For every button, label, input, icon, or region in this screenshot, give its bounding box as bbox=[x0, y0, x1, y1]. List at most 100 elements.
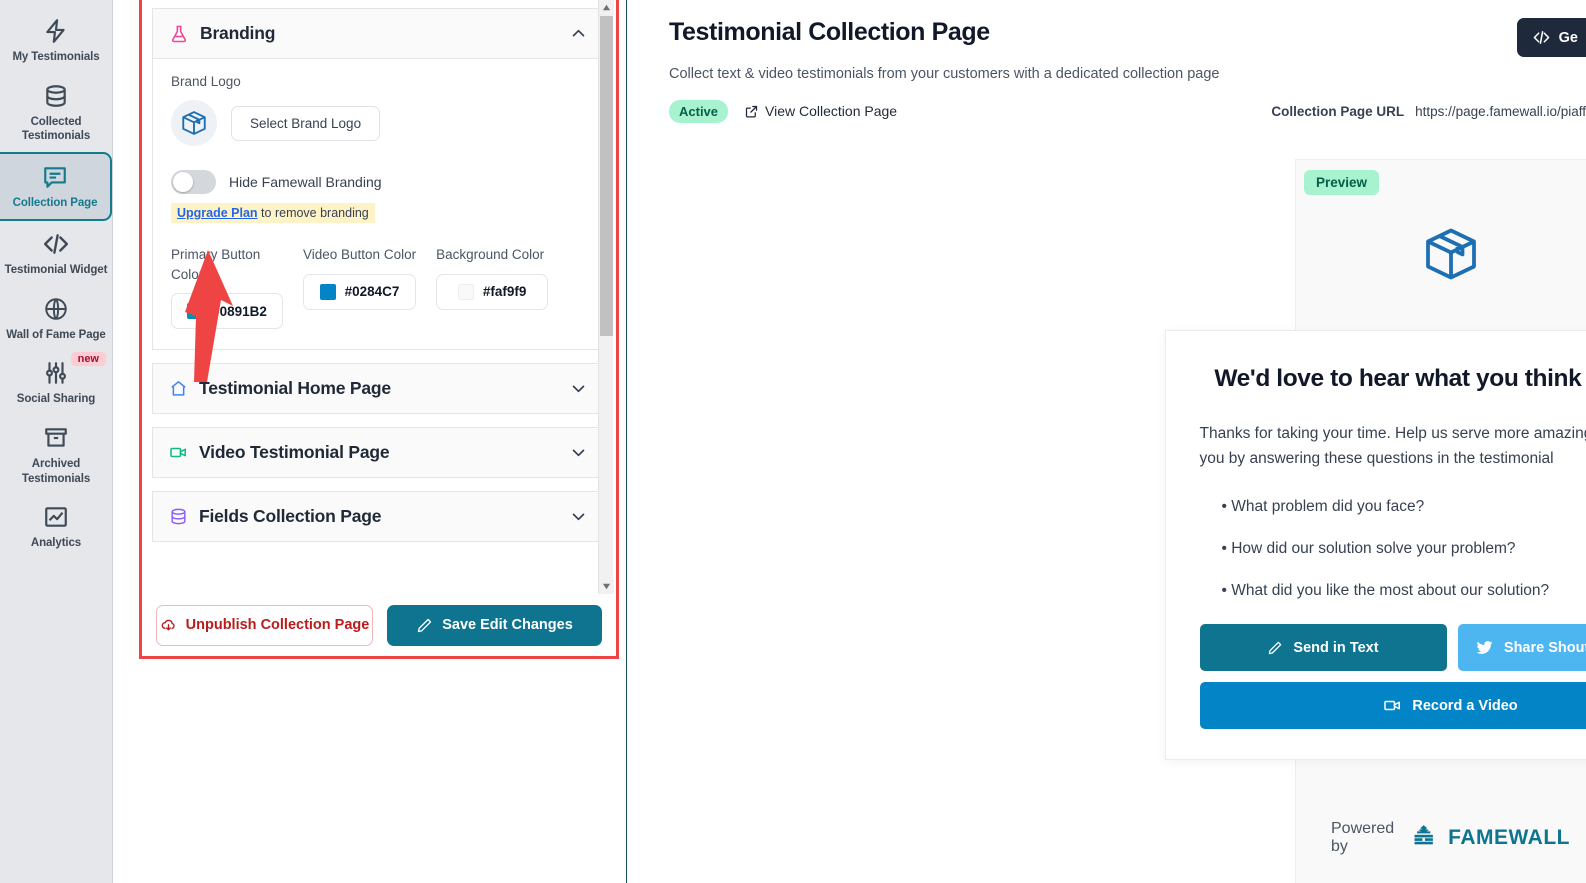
upgrade-plan-note: Upgrade Plan to remove branding bbox=[171, 203, 375, 223]
sidebar-item-label: Social Sharing bbox=[16, 393, 96, 406]
get-code-button[interactable]: Ge bbox=[1516, 18, 1586, 57]
scroll-up-arrow-icon[interactable] bbox=[599, 0, 614, 15]
globe-icon bbox=[43, 296, 69, 322]
color-field-label: Background Color bbox=[436, 247, 545, 262]
external-link-icon bbox=[744, 104, 759, 119]
hide-famewall-branding-toggle[interactable] bbox=[171, 170, 216, 194]
sidebar-item-wall-of-fame-page[interactable]: Wall of Fame Page bbox=[0, 286, 112, 351]
page-title: Testimonial Collection Page bbox=[669, 18, 990, 46]
video-camera-icon bbox=[169, 443, 188, 462]
new-badge: new bbox=[70, 352, 106, 367]
accordion-fields-collection-page: Fields Collection Page bbox=[152, 491, 604, 543]
message-square-icon bbox=[42, 164, 68, 190]
cloud-download-icon bbox=[160, 617, 177, 634]
accordion-title: Branding bbox=[200, 23, 276, 43]
color-swatch bbox=[319, 283, 336, 300]
color-value: #0891B2 bbox=[212, 303, 267, 319]
page-subtitle: Collect text & video testimonials from y… bbox=[669, 66, 1220, 82]
sidebar-item-collected-testimonials[interactable]: Collected Testimonials bbox=[0, 73, 112, 152]
editor-scroll-area[interactable]: Branding Brand Logo Select Brand Logo Hi… bbox=[142, 0, 616, 594]
sidebar-item-label: My Testimonials bbox=[12, 51, 100, 63]
view-collection-page-link[interactable]: View Collection Page bbox=[744, 103, 897, 119]
record-video-label: Record a Video bbox=[1412, 697, 1518, 714]
color-value: #faf9f9 bbox=[482, 284, 527, 300]
share-twitter-label: Share Shoutout on Twitter bbox=[1503, 639, 1586, 656]
sidebar-item-label: Collected Testimonials bbox=[21, 115, 91, 143]
chevron-down-icon[interactable] bbox=[570, 508, 587, 525]
sidebar: My Testimonials Collected Testimonials C… bbox=[0, 0, 113, 883]
url-label: Collection Page URL bbox=[1271, 104, 1405, 119]
video-button-color-input[interactable]: #0284C7 bbox=[303, 273, 417, 310]
color-value: #0284C7 bbox=[344, 284, 400, 300]
upgrade-plan-link[interactable]: Upgrade Plan bbox=[177, 206, 258, 220]
panel-scrollbar[interactable] bbox=[598, 0, 614, 594]
famewall-logo-icon bbox=[1412, 823, 1436, 853]
color-swatch bbox=[457, 283, 474, 300]
accordion-video-testimonial-page: Video Testimonial Page bbox=[152, 427, 604, 479]
sidebar-item-label: Wall of Fame Page bbox=[6, 328, 106, 341]
video-camera-icon bbox=[1383, 696, 1402, 715]
sidebar-item-archived-testimonials[interactable]: Archived Testimonials bbox=[0, 415, 112, 494]
background-color-input[interactable]: #faf9f9 bbox=[436, 273, 549, 310]
primary-button-color-input[interactable]: #0891B2 bbox=[171, 293, 283, 330]
upgrade-plan-suffix: to remove branding bbox=[257, 206, 369, 220]
sidebar-item-testimonial-widget[interactable]: Testimonial Widget bbox=[0, 221, 112, 286]
status-badge: Active bbox=[669, 99, 729, 123]
twitter-icon bbox=[1475, 638, 1494, 657]
package-box-icon bbox=[1421, 224, 1481, 289]
share-shoutout-twitter-button[interactable]: Share Shoutout on Twitter bbox=[1457, 624, 1586, 672]
chevron-down-icon[interactable] bbox=[570, 380, 587, 397]
color-field-label: Primary Button Color bbox=[171, 247, 261, 282]
sliders-icon bbox=[43, 360, 69, 386]
preview-badge: Preview bbox=[1304, 170, 1380, 195]
view-link-label: View Collection Page bbox=[765, 103, 898, 119]
chevron-up-icon[interactable] bbox=[570, 25, 587, 42]
pencil-icon bbox=[1267, 640, 1283, 656]
archive-icon bbox=[43, 425, 69, 451]
flask-icon bbox=[169, 24, 189, 44]
scroll-down-arrow-icon[interactable] bbox=[599, 579, 614, 594]
database-icon bbox=[169, 507, 188, 526]
main-content: Testimonial Collection Page Collect text… bbox=[627, 0, 1586, 883]
scrollbar-thumb[interactable] bbox=[600, 16, 613, 336]
chevron-down-icon[interactable] bbox=[570, 444, 587, 461]
save-button-label: Save Edit Changes bbox=[442, 617, 573, 633]
preview-heading: We'd love to hear what you think about u… bbox=[1214, 365, 1586, 392]
sidebar-item-analytics[interactable]: Analytics bbox=[0, 494, 112, 559]
sidebar-item-label: Analytics bbox=[30, 537, 82, 550]
editor-footer-actions: Unpublish Collection Page Save Edit Chan… bbox=[142, 594, 616, 656]
testimonial-preview-card: We'd love to hear what you think about u… bbox=[1164, 330, 1586, 761]
unpublish-button-label: Unpublish Collection Page bbox=[185, 617, 370, 633]
accordion-branding-body: Brand Logo Select Brand Logo Hide Famewa… bbox=[153, 59, 603, 350]
accordion-testimonial-home-page: Testimonial Home Page bbox=[152, 363, 604, 415]
preview-question: • What problem did you face? bbox=[1221, 498, 1425, 516]
sidebar-item-label: Testimonial Widget bbox=[4, 263, 108, 276]
accordion-title: Fields Collection Page bbox=[199, 506, 382, 527]
sidebar-item-label: Collection Page bbox=[12, 197, 98, 210]
sidebar-item-my-testimonials[interactable]: My Testimonials bbox=[0, 8, 112, 73]
home-icon bbox=[169, 379, 188, 398]
send-in-text-button[interactable]: Send in Text bbox=[1199, 624, 1447, 672]
brand-logo-label: Brand Logo bbox=[171, 74, 241, 89]
sidebar-item-collection-page[interactable]: Collection Page bbox=[0, 152, 112, 221]
url-value[interactable]: https://page.famewall.io/piaff bbox=[1415, 104, 1586, 119]
accordion-testimonial-home-page-header[interactable]: Testimonial Home Page bbox=[153, 364, 603, 414]
accordion-fields-collection-page-header[interactable]: Fields Collection Page bbox=[153, 492, 603, 542]
color-swatch bbox=[187, 303, 204, 320]
color-fields-row: Primary Button Color #0891B2 Video Butto… bbox=[171, 245, 585, 330]
sidebar-item-social-sharing[interactable]: new Social Sharing bbox=[0, 350, 112, 415]
pencil-icon bbox=[416, 617, 433, 634]
accordion-branding-header[interactable]: Branding bbox=[153, 9, 603, 59]
powered-by-footer: Powered by FAMEWALL bbox=[1331, 820, 1570, 856]
send-in-text-label: Send in Text bbox=[1293, 639, 1379, 656]
unpublish-collection-page-button[interactable]: Unpublish Collection Page bbox=[156, 604, 373, 646]
powered-by-text: Powered by bbox=[1331, 820, 1395, 855]
accordion-title: Testimonial Home Page bbox=[199, 378, 391, 399]
primary-button-color-field: Primary Button Color #0891B2 bbox=[171, 245, 283, 330]
toggle-knob bbox=[173, 172, 193, 192]
save-edit-changes-button[interactable]: Save Edit Changes bbox=[387, 604, 602, 646]
record-a-video-button[interactable]: Record a Video bbox=[1199, 682, 1586, 730]
sidebar-item-label: Archived Testimonials bbox=[21, 458, 91, 485]
select-brand-logo-button[interactable]: Select Brand Logo bbox=[231, 105, 381, 141]
accordion-video-testimonial-page-header[interactable]: Video Testimonial Page bbox=[153, 428, 603, 478]
